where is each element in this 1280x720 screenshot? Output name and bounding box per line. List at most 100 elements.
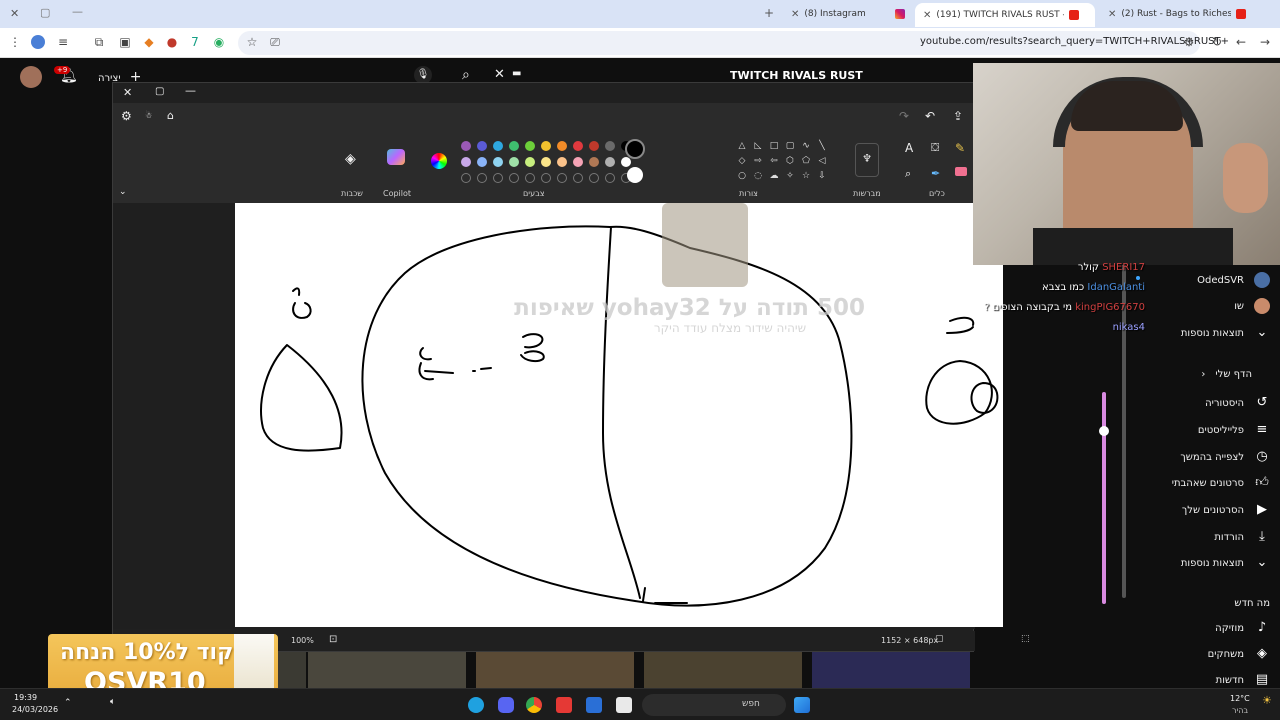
sidebar-item-playlists[interactable]: ≡ פלייליסטים: [1198, 422, 1270, 438]
ext-5-icon[interactable]: 7: [188, 35, 202, 49]
diamond-shape-icon[interactable]: ◇: [737, 156, 747, 166]
tab-rust-bags[interactable]: ✕ (2) Rust - Bags to Riches - YouT: [1100, 4, 1260, 24]
color-swatch[interactable]: [493, 141, 503, 151]
color-swatch[interactable]: [605, 141, 615, 151]
selection-icon[interactable]: ⬚: [1021, 634, 1030, 644]
triangle-shape-icon[interactable]: △: [737, 141, 747, 151]
secondary-color-swatch[interactable]: [627, 167, 643, 183]
color-wheel-icon[interactable]: [431, 153, 447, 169]
weather-icon[interactable]: ☀: [1262, 694, 1272, 707]
color-swatch[interactable]: [557, 157, 567, 167]
bookmark-star-icon[interactable]: ☆: [245, 35, 259, 49]
keyboard-icon[interactable]: ▬: [512, 68, 521, 79]
close-tab-icon[interactable]: ✕: [1108, 9, 1116, 20]
pentagon-shape-icon[interactable]: ⬠: [801, 156, 811, 166]
color-swatch[interactable]: [589, 157, 599, 167]
color-swatch[interactable]: [461, 141, 471, 151]
color-swatch[interactable]: [573, 157, 583, 167]
chrome-icon[interactable]: [526, 697, 542, 713]
file-explorer-icon[interactable]: [616, 697, 632, 713]
custom-color-slot[interactable]: [589, 173, 599, 183]
zoom-level[interactable]: 100%: [291, 636, 314, 645]
fit-to-window-icon[interactable]: ⊡: [329, 634, 337, 645]
custom-color-slot[interactable]: [493, 173, 503, 183]
reload-icon[interactable]: ↻: [1210, 35, 1224, 49]
polygon-shape-icon[interactable]: ◁: [817, 156, 827, 166]
color-swatch[interactable]: [525, 141, 535, 151]
clear-search-icon[interactable]: ✕: [494, 67, 505, 82]
cast-icon[interactable]: ⎚: [268, 35, 282, 49]
eraser-tool-icon[interactable]: [955, 167, 967, 176]
color-swatch[interactable]: [557, 141, 567, 151]
color-picker-icon[interactable]: ✒: [931, 167, 940, 180]
close-window-icon[interactable]: ✕: [123, 86, 132, 99]
account-icon[interactable]: ☃: [145, 111, 152, 120]
custom-color-slot[interactable]: [525, 173, 535, 183]
rounded-rect-shape-icon[interactable]: ▢: [785, 141, 795, 151]
sidebar-item-show-more[interactable]: ⌄ תוצאות נוספות: [1181, 555, 1270, 571]
edge-icon[interactable]: [468, 697, 484, 713]
menu-dots-icon[interactable]: ⋮: [8, 35, 22, 49]
clock-date[interactable]: 24/03/2026: [12, 705, 58, 714]
close-window-icon[interactable]: ✕: [10, 7, 19, 20]
maximize-window-icon[interactable]: ▢: [155, 86, 164, 97]
undo-icon[interactable]: ↶: [925, 109, 935, 123]
color-swatch[interactable]: [461, 157, 471, 167]
pencil-tool-icon[interactable]: ✎: [955, 141, 965, 155]
custom-color-slot[interactable]: [461, 173, 471, 183]
sidebar-sub-odedsvr[interactable]: OdedSVR: [1197, 272, 1270, 288]
color-swatch[interactable]: [525, 157, 535, 167]
curve-shape-icon[interactable]: ∿: [801, 141, 811, 151]
volume-slider[interactable]: [1102, 392, 1106, 604]
start-button[interactable]: [794, 697, 810, 713]
site-settings-icon[interactable]: ⚙: [1182, 35, 1196, 49]
custom-color-slot[interactable]: [605, 173, 615, 183]
tab-twitch-rivals[interactable]: ✕ (191) TWITCH RIVALS RUST - Yo: [915, 3, 1095, 27]
search-icon[interactable]: ⌕: [462, 67, 470, 83]
color-swatch[interactable]: [621, 157, 631, 167]
feedback-icon[interactable]: ⌂: [167, 109, 174, 122]
speaker-icon[interactable]: 🔈︎: [110, 697, 115, 707]
color-swatch[interactable]: [477, 141, 487, 151]
custom-color-slot[interactable]: [509, 173, 519, 183]
color-swatch[interactable]: [589, 141, 599, 151]
drawing-canvas[interactable]: 500 תודה על yohay32 שאיפות שיהיה שידור מ…: [235, 203, 1003, 627]
weather-temp[interactable]: 12°C: [1230, 694, 1250, 703]
color-swatch[interactable]: [509, 157, 519, 167]
magnifier-tool-icon[interactable]: ⌕: [905, 167, 911, 181]
custom-color-slot[interactable]: [573, 173, 583, 183]
redo-icon[interactable]: ↷: [899, 109, 909, 123]
sidebar-item-gaming[interactable]: ◈ משחקים: [1208, 646, 1270, 662]
color-swatch[interactable]: [605, 157, 615, 167]
minimize-window-icon[interactable]: —: [72, 5, 83, 18]
extensions-icon[interactable]: ⧉: [92, 35, 106, 49]
right-triangle-shape-icon[interactable]: ◺: [753, 141, 763, 151]
resize-icon[interactable]: ▢: [935, 634, 944, 644]
color-swatch[interactable]: [493, 157, 503, 167]
sidebar-item-liked[interactable]: 👍︎ סרטונים שאהבתי: [1172, 475, 1270, 491]
layers-icon[interactable]: ◈: [345, 151, 356, 167]
color-swatch[interactable]: [541, 157, 551, 167]
app-red-icon[interactable]: [556, 697, 572, 713]
ext-6-icon[interactable]: ◉: [212, 35, 226, 49]
oval-shape-icon[interactable]: ○: [737, 171, 747, 181]
clock-time[interactable]: 19:39: [14, 693, 37, 702]
color-swatch[interactable]: [477, 157, 487, 167]
back-icon[interactable]: →: [1258, 35, 1272, 49]
star4-shape-icon[interactable]: ✧: [785, 171, 795, 181]
new-tab-icon[interactable]: +: [764, 6, 774, 20]
restore-window-icon[interactable]: ▢: [40, 6, 50, 19]
discord-icon[interactable]: [498, 697, 514, 713]
arrow-left-shape-icon[interactable]: ⇦: [769, 156, 779, 166]
sidebar-sub-shu[interactable]: שו: [1234, 298, 1270, 314]
arrow-right-shape-icon[interactable]: ⇨: [753, 156, 763, 166]
arrow-down-shape-icon[interactable]: ⇩: [817, 171, 827, 181]
share-icon[interactable]: ⇪: [953, 109, 963, 123]
primary-color-swatch[interactable]: [625, 139, 645, 159]
task-view-icon[interactable]: [586, 697, 602, 713]
custom-color-slot[interactable]: [477, 173, 487, 183]
slider-handle[interactable]: [1099, 426, 1109, 436]
color-swatch[interactable]: [573, 141, 583, 151]
star5-shape-icon[interactable]: ☆: [801, 171, 811, 181]
tray-chevron-icon[interactable]: ⌃: [64, 698, 72, 708]
